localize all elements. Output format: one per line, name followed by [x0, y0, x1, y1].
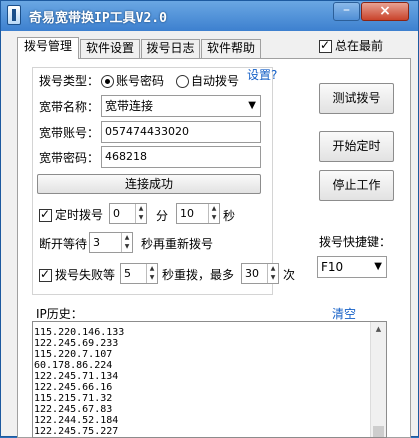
- timer-minutes-unit: 分: [156, 209, 169, 223]
- list-item: 115.215.71.32: [34, 393, 113, 404]
- list-item: 122.245.67.83: [34, 404, 113, 415]
- radio-unselected-icon: [176, 75, 189, 88]
- reconnect-wait-stepper[interactable]: 3 ▲ ▼: [89, 232, 133, 253]
- reconnect-wait-value: 3: [93, 236, 100, 249]
- broadband-password-input[interactable]: 468218: [101, 146, 261, 168]
- list-item: 122.245.75.227: [34, 426, 119, 437]
- always-on-top-checkbox[interactable]: 总在最前: [319, 37, 383, 54]
- ip-history-list[interactable]: 115.220.146.133 122.245.69.233 115.220.7…: [32, 321, 387, 438]
- list-item: 122.245.66.16: [34, 382, 113, 393]
- title-bar[interactable]: 奇易宽带换IP工具V2.0 – ×: [1, 1, 418, 31]
- minimize-icon: –: [343, 2, 350, 18]
- list-item: 115.220.146.133: [34, 327, 125, 338]
- retry-checkbox[interactable]: 拨号失败等: [39, 266, 115, 283]
- broadband-name-label: 宽带名称：: [39, 100, 100, 114]
- close-button[interactable]: ×: [361, 2, 409, 21]
- dial-type-label: 拨号类型：: [39, 74, 100, 88]
- spin-down-icon[interactable]: ▼: [268, 273, 278, 282]
- timer-checkbox[interactable]: 定时拨号: [39, 206, 103, 223]
- spin-up-icon[interactable]: ▲: [209, 204, 219, 213]
- spin-up-icon[interactable]: ▲: [268, 264, 278, 273]
- main-window: 奇易宽带换IP工具V2.0 – × 拨号管理 软件设置 拨号日志 软件帮助 总在…: [0, 0, 419, 438]
- timer-check-icon: [39, 207, 52, 222]
- scrollbar-thumb[interactable]: [373, 426, 384, 437]
- chevron-down-icon: ▼: [374, 261, 382, 272]
- retry-max-stepper[interactable]: 30 ▲ ▼: [241, 263, 279, 284]
- reconnect-prefix: 断开等待: [39, 237, 88, 251]
- retry-max-value: 30: [245, 267, 259, 280]
- ip-history-label: IP历史：: [36, 307, 83, 321]
- tab-software-help[interactable]: 软件帮助: [201, 39, 261, 58]
- timer-label: 定时拨号: [55, 208, 104, 222]
- tab-dial-log[interactable]: 拨号日志: [141, 39, 200, 58]
- clear-history-link[interactable]: 清空: [332, 305, 356, 322]
- start-timer-button[interactable]: 开始定时: [319, 131, 394, 162]
- broadband-password-label: 宽带密码：: [39, 151, 100, 165]
- always-on-top-label: 总在最前: [335, 39, 384, 53]
- spin-down-icon[interactable]: ▼: [147, 273, 157, 282]
- radio-auto-dial-label: 自动拨号: [191, 74, 240, 88]
- app-icon: [7, 5, 21, 25]
- window-title: 奇易宽带换IP工具V2.0: [29, 11, 167, 26]
- spin-down-icon[interactable]: ▼: [122, 242, 132, 251]
- list-item: 122.245.69.233: [34, 338, 119, 349]
- retry-unit: 次: [283, 268, 296, 282]
- radio-auto-dial[interactable]: 自动拨号: [176, 72, 239, 89]
- always-on-top-check-icon: [319, 38, 332, 53]
- hotkey-label: 拨号快捷键：: [319, 235, 392, 249]
- hotkey-value: F10: [321, 260, 344, 274]
- timer-minutes-value: 0: [113, 207, 120, 220]
- retry-check-icon: [39, 267, 52, 282]
- spin-down-icon[interactable]: ▼: [209, 213, 219, 222]
- spin-up-icon[interactable]: ▲: [136, 204, 146, 213]
- test-dial-button[interactable]: 测试拨号: [319, 83, 394, 114]
- retry-wait-value: 5: [124, 267, 131, 280]
- list-item: 60.178.86.224: [34, 360, 113, 371]
- history-scrollbar[interactable]: ▲: [370, 322, 386, 437]
- timer-seconds-unit: 秒: [223, 209, 236, 223]
- retry-wait-stepper[interactable]: 5 ▲ ▼: [120, 263, 158, 284]
- list-item: 122.245.71.134: [34, 371, 119, 382]
- minimize-button[interactable]: –: [333, 2, 360, 21]
- radio-selected-icon: [101, 75, 114, 88]
- broadband-account-label: 宽带账号：: [39, 126, 100, 140]
- timer-seconds-value: 10: [180, 207, 194, 220]
- radio-account-password-label: 账号密码: [116, 74, 165, 88]
- radio-account-password[interactable]: 账号密码: [101, 72, 164, 89]
- stop-work-button[interactable]: 停止工作: [319, 170, 394, 201]
- hotkey-select[interactable]: F10 ▼: [317, 256, 387, 278]
- connect-status-bar: 连接成功: [37, 174, 261, 194]
- retry-label: 拨号失败等: [55, 268, 116, 282]
- tab-dial-management[interactable]: 拨号管理: [17, 37, 79, 59]
- spin-up-icon[interactable]: ▲: [147, 264, 157, 273]
- retry-mid-text: 秒重拨，最多: [162, 268, 235, 282]
- timer-minutes-stepper[interactable]: 0 ▲ ▼: [109, 203, 147, 224]
- list-item: 115.220.7.107: [34, 349, 113, 360]
- broadband-account-input[interactable]: 057474433020: [101, 121, 261, 143]
- close-icon: ×: [379, 3, 391, 19]
- broadband-name-value: 宽带连接: [105, 99, 154, 113]
- dial-settings-link[interactable]: 设置?: [247, 66, 277, 83]
- chevron-down-icon: ▼: [248, 100, 256, 111]
- list-item: 122.244.52.184: [34, 415, 119, 426]
- spin-down-icon[interactable]: ▼: [136, 213, 146, 222]
- spin-up-icon[interactable]: ▲: [122, 233, 132, 242]
- broadband-name-select[interactable]: 宽带连接 ▼: [101, 95, 261, 117]
- scroll-up-icon[interactable]: ▲: [371, 322, 386, 337]
- timer-seconds-stepper[interactable]: 10 ▲ ▼: [176, 203, 220, 224]
- reconnect-suffix: 秒再重新拨号: [141, 237, 214, 251]
- tab-software-settings[interactable]: 软件设置: [80, 39, 140, 58]
